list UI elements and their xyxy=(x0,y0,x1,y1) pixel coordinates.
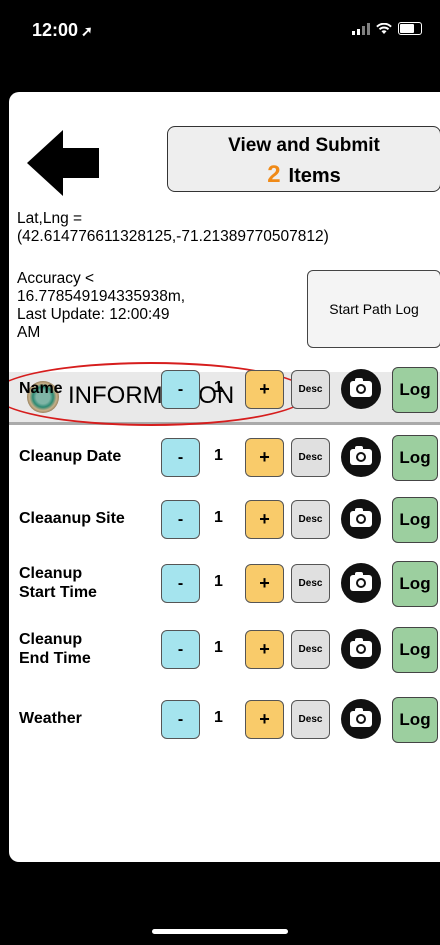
status-time: 12:00 ➚ xyxy=(32,20,93,41)
accuracy-line-4: AM xyxy=(17,324,41,341)
accuracy-readout: Accuracy < 16.778549194335938m, Last Upd… xyxy=(17,270,287,342)
field-row: Cleaanup Site - 1 + Desc Log xyxy=(9,494,440,544)
camera-lens xyxy=(356,578,366,588)
camera-lens xyxy=(356,384,366,394)
field-row: Weather - 1 + Desc Log xyxy=(9,694,440,744)
log-button[interactable]: Log xyxy=(392,697,438,743)
field-row: Cleanup End Time - 1 + Desc Log xyxy=(9,624,440,674)
signal-icon xyxy=(352,22,370,35)
status-time-text: 12:00 xyxy=(32,20,79,40)
increment-button[interactable]: + xyxy=(245,700,284,739)
field-label-line-1: Cleanup Date xyxy=(19,448,122,465)
latlng-label: Lat,Lng = xyxy=(17,210,83,227)
field-label: Cleanup Start Time xyxy=(19,564,97,602)
view-submit-count-row: 2 Items xyxy=(168,161,440,189)
wifi-icon xyxy=(376,22,392,34)
increment-button[interactable]: + xyxy=(245,370,284,409)
field-label: Cleaanup Site xyxy=(19,509,125,528)
increment-button[interactable]: + xyxy=(245,564,284,603)
description-button[interactable]: Desc xyxy=(291,700,330,739)
description-button[interactable]: Desc xyxy=(291,500,330,539)
log-button[interactable]: Log xyxy=(392,367,438,413)
item-count: 2 xyxy=(267,161,281,188)
field-row: Name - 1 + Desc Log xyxy=(9,364,440,414)
decrement-button[interactable]: - xyxy=(161,500,200,539)
field-label: Name xyxy=(19,379,63,398)
home-indicator[interactable] xyxy=(152,929,288,934)
status-bar: 12:00 ➚ xyxy=(0,0,440,64)
increment-button[interactable]: + xyxy=(245,500,284,539)
decrement-button[interactable]: - xyxy=(161,700,200,739)
camera-button[interactable] xyxy=(341,369,381,409)
field-label-line-1: Name xyxy=(19,380,63,397)
view-submit-title: View and Submit xyxy=(228,135,380,156)
field-label: Weather xyxy=(19,709,82,728)
field-label-line-1: Weather xyxy=(19,710,82,727)
quantity-value: 1 xyxy=(214,639,223,656)
camera-button[interactable] xyxy=(341,629,381,669)
field-label-line-1: Cleanup xyxy=(19,631,83,648)
camera-button[interactable] xyxy=(341,563,381,603)
items-label: Items xyxy=(288,165,341,187)
back-arrow-icon[interactable] xyxy=(27,130,105,196)
latlng-readout: Lat,Lng = (42.614776611328125,-71.213897… xyxy=(17,210,437,246)
decrement-button[interactable]: - xyxy=(161,564,200,603)
quantity-value: 1 xyxy=(214,709,223,726)
log-button[interactable]: Log xyxy=(392,561,438,607)
field-label-line-1: Cleaanup Site xyxy=(19,510,125,527)
decrement-button[interactable]: - xyxy=(161,630,200,669)
log-button[interactable]: Log xyxy=(392,627,438,673)
accuracy-line-1: Accuracy < xyxy=(17,270,95,287)
start-path-log-button[interactable]: Start Path Log xyxy=(307,270,440,348)
log-button[interactable]: Log xyxy=(392,435,438,481)
view-submit-button[interactable]: View and Submit 2 Items xyxy=(167,126,440,192)
increment-button[interactable]: + xyxy=(245,438,284,477)
field-label-line-2: Start Time xyxy=(19,584,97,601)
field-label: Cleanup Date xyxy=(19,447,121,466)
increment-button[interactable]: + xyxy=(245,630,284,669)
main-sheet: View and Submit 2 Items Lat,Lng = (42.614… xyxy=(9,92,440,862)
field-label-line-1: Cleanup xyxy=(19,565,83,582)
camera-lens xyxy=(356,514,366,524)
description-button[interactable]: Desc xyxy=(291,564,330,603)
quantity-value: 1 xyxy=(214,447,223,464)
field-label: Cleanup End Time xyxy=(19,630,91,668)
description-button[interactable]: Desc xyxy=(291,438,330,477)
decrement-button[interactable]: - xyxy=(161,370,200,409)
battery-icon xyxy=(398,22,422,35)
field-row: Cleanup Start Time - 1 + Desc Log xyxy=(9,558,440,608)
field-row: Cleanup Date - 1 + Desc Log xyxy=(9,432,440,482)
decrement-button[interactable]: - xyxy=(161,438,200,477)
field-label-line-2: End Time xyxy=(19,650,91,667)
accuracy-line-2: 16.778549194335938m, xyxy=(17,288,186,305)
log-button[interactable]: Log xyxy=(392,497,438,543)
camera-button[interactable] xyxy=(341,699,381,739)
latlng-value: (42.614776611328125,-71.21389770507812) xyxy=(17,228,329,245)
camera-button[interactable] xyxy=(341,499,381,539)
quantity-value: 1 xyxy=(214,379,223,396)
quantity-value: 1 xyxy=(214,573,223,590)
description-button[interactable]: Desc xyxy=(291,370,330,409)
camera-lens xyxy=(356,644,366,654)
description-button[interactable]: Desc xyxy=(291,630,330,669)
camera-lens xyxy=(356,714,366,724)
accuracy-line-3: Last Update: 12:00:49 xyxy=(17,306,170,323)
quantity-value: 1 xyxy=(214,509,223,526)
status-icons xyxy=(352,22,422,35)
camera-lens xyxy=(356,452,366,462)
location-arrow-icon: ➚ xyxy=(81,23,93,39)
camera-button[interactable] xyxy=(341,437,381,477)
